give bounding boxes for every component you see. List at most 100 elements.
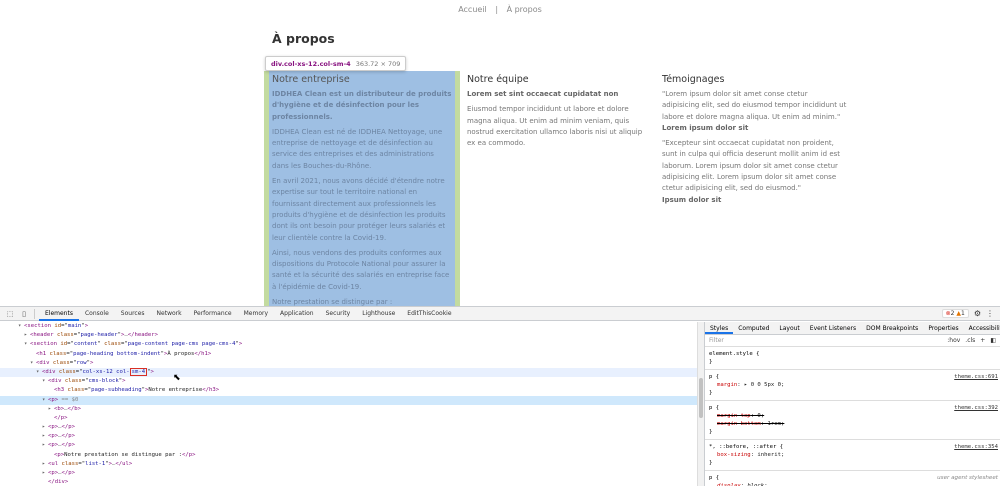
style-rule[interactable]: p { theme.css:691 margin: ▸ 0 0 5px 0;} [705,370,1000,401]
css-property-value: : 1rem; [760,421,785,427]
rule-source-link: user agent stylesheet [937,475,998,481]
class-toggle[interactable]: .cls [965,337,975,344]
dom-node-markup: <p>…</p> [48,442,75,449]
style-rule[interactable]: p {user agent stylesheetdisplay: block;m… [705,471,1000,486]
dom-node-markup: <div class="col-xs-12 col-sm-4 "> [42,367,154,376]
css-declaration[interactable]: margin-top: 0; [709,412,996,420]
css-property-value: : 0; [750,413,765,419]
breadcrumb: Accueil | À propos [0,5,1000,14]
devtools-tab-lighthouse[interactable]: Lighthouse [356,307,401,321]
devtools-tab-sources[interactable]: Sources [115,307,151,321]
column-title: Témoignages [662,74,725,85]
devtools-toolbar: ⬚ ▯ Elements Console Sources Network Perform… [0,307,1000,321]
dom-node-markup: <ul class="list-1">…</ul> [48,460,133,467]
dom-node-markup: <p> == $0 [48,396,79,403]
rule-source-link[interactable]: theme.css:354 [954,443,998,451]
column-notre-entreprise: Notre entreprise IDDHEA Clean est un dis… [272,74,452,306]
css-declaration[interactable]: margin-bottom: 1rem; [709,420,996,428]
styles-filter-input[interactable]: Filter [709,337,724,344]
css-declaration[interactable]: display: block; [709,482,996,486]
dom-node[interactable]: ▸ <p>…</p> [0,441,697,450]
styles-tab-event-listeners[interactable]: Event Listeners [805,322,861,334]
styles-tab-accessibility[interactable]: Accessibility [964,322,1000,334]
dom-node[interactable]: </div> [0,478,697,486]
breadcrumb-current: À propos [506,5,542,14]
css-property-name: margin-bottom [717,421,761,427]
dom-node-markup: <p>…</p> [48,424,75,431]
paragraph: Ainsi, nous vendons des produits conform… [272,248,450,291]
dom-node[interactable]: <h3 class="page-subheading">Notre entrep… [0,386,697,395]
dom-node[interactable]: ▾ <section id="main"> [0,322,697,331]
testimonial-author: Ipsum dolor sit [662,195,722,204]
dom-node[interactable]: ▸ <p>…</p> [0,469,697,478]
breadcrumb-separator: | [495,5,499,14]
testimonial-quote: "Lorem ipsum dolor sit amet conse ctetur… [662,90,847,121]
dom-node[interactable]: ▸ <ul class="list-1">…</ul> [0,460,697,469]
styles-tab-styles[interactable]: Styles [705,322,734,334]
style-rule[interactable]: *, ::before, ::after {theme.css:354 box-s… [705,440,1000,471]
dom-node-markup: </div> [48,479,69,486]
inspect-tooltip: div.col-xs-12.col-sm-4 363.72 × 709 [265,56,407,71]
devtools-tab-console[interactable]: Console [79,307,115,321]
scrollbar-thumb[interactable] [699,378,703,418]
styles-tab-layout[interactable]: Layout [774,322,804,334]
rule-selector: p { [709,374,720,380]
dom-node[interactable]: ▸ <b>…</b> [0,405,697,414]
styles-tab-properties[interactable]: Properties [923,322,963,334]
rule-source-link[interactable]: theme.css:392 [954,404,998,412]
style-rule[interactable]: element.style {} [705,347,1000,370]
css-property-value: : inherit; [750,452,785,458]
elements-scrollbar[interactable] [697,322,704,486]
dom-node[interactable]: ▾ <section id="content" class="page-conte… [0,340,697,349]
styles-tab-computed[interactable]: Computed [733,322,774,334]
devtools-tab-network[interactable]: Network [151,307,188,321]
devtools-tab-application[interactable]: Application [274,307,320,321]
dom-node-markup: <p>…</p> [48,470,75,476]
breadcrumb-home-link[interactable]: Accueil [458,5,487,14]
dom-node[interactable]: </p> [0,414,697,423]
styles-filter-bar: Filter :hov .cls + ◧ [705,335,1000,347]
css-property-name: margin-top [717,413,751,419]
issues-badge[interactable]: ⊗2 ▲1 [941,309,969,318]
dom-node[interactable]: ▾ <div class="row"> [0,359,697,368]
mouse-cursor-icon: ⬉ [173,373,181,383]
styles-tab-dom-breakpoints[interactable]: DOM Breakpoints [861,322,923,334]
tooltip-selector: div.col-xs-12.col-sm-4 [271,60,351,68]
more-options-icon[interactable]: ⋮ [986,309,994,318]
dom-node[interactable]: ▾ <div class="col-xs-12 col-sm-4 "> [0,367,697,378]
rule-source-link[interactable]: theme.css:691 [954,373,998,381]
dom-node[interactable]: <h1 class="page-heading bottom-indent">À… [0,350,697,359]
computed-sidebar-toggle-icon[interactable]: ◧ [990,337,996,344]
inspect-element-icon[interactable]: ⬚ [6,310,14,318]
dom-node[interactable]: ▸ <p>…</p> [0,432,697,441]
dom-node[interactable]: ▾ <div class="cms-block"> [0,377,697,386]
devtools-tab-memory[interactable]: Memory [238,307,274,321]
column-notre-equipe: Notre équipe Lorem set sint occaecat cup… [467,74,647,153]
devtools-tab-editthiscookie[interactable]: EditThisCookie [401,307,457,321]
column-title: Notre entreprise [272,74,350,85]
device-toggle-icon[interactable]: ▯ [20,310,28,318]
css-declaration[interactable]: margin: ▸ 0 0 5px 0; [709,381,996,389]
dom-node[interactable]: <p>Notre prestation se distingue par :</… [0,451,697,460]
error-count: 2 [950,310,955,317]
dom-node[interactable]: ▾ <p> == $0 [0,395,697,405]
dom-node-markup: <section id="main"> [24,323,89,329]
settings-gear-icon[interactable]: ⚙ [974,309,981,318]
paragraph: En avril 2021, nous avons décidé d'étend… [272,177,446,242]
dom-node[interactable]: ▸ <header class="page-header">…</header> [0,331,697,340]
add-rule-icon[interactable]: + [980,337,985,344]
devtools-tab-performance[interactable]: Performance [188,307,238,321]
css-declaration[interactable]: box-sizing: inherit; [709,451,996,459]
screen: Accueil | À propos À propos div.col-xs-1… [0,0,1000,486]
hover-state-toggle[interactable]: :hov [947,337,960,344]
elements-tree[interactable]: ▾ <section id="main"> ▸ <header class="page… [0,322,697,486]
devtools-tab-elements[interactable]: Elements [39,307,79,321]
style-rule[interactable]: p {theme.css:392 margin-top: 0; margin-bot… [705,401,1000,440]
dom-node[interactable]: ▸ <p>…</p> [0,423,697,432]
devtools-tab-security[interactable]: Security [320,307,357,321]
rule-close-brace: } [709,390,713,396]
dom-node-markup: <p>…</p> [48,433,75,440]
style-rules: element.style {} p {theme.css:691 margin: … [705,347,1000,486]
css-property-name: margin [717,382,738,388]
page-title: À propos [272,31,335,46]
